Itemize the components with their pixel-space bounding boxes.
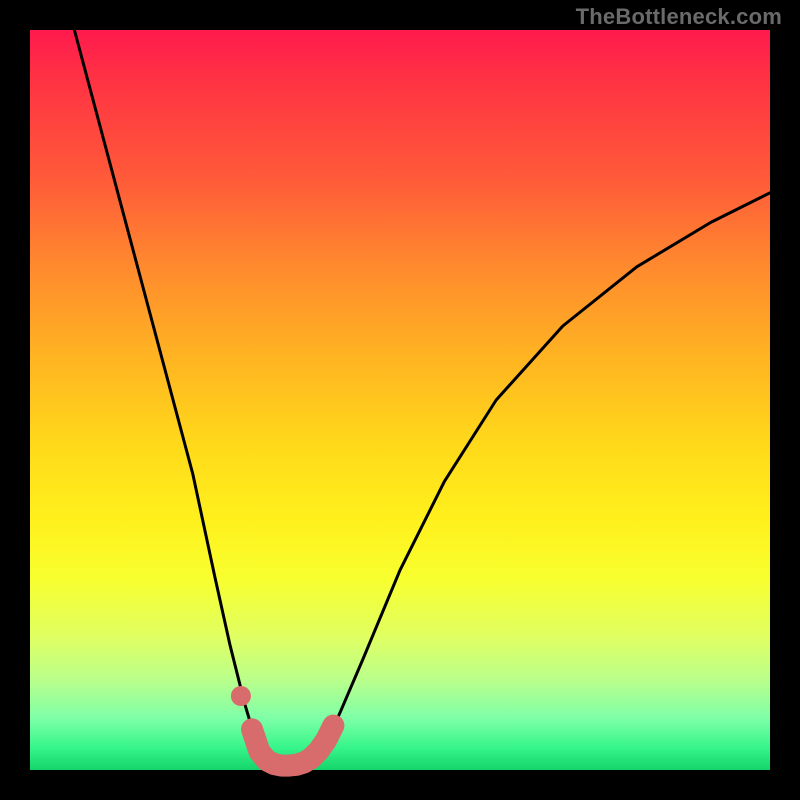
watermark-text: TheBottleneck.com	[576, 4, 782, 30]
chart-plot-area	[30, 30, 770, 770]
